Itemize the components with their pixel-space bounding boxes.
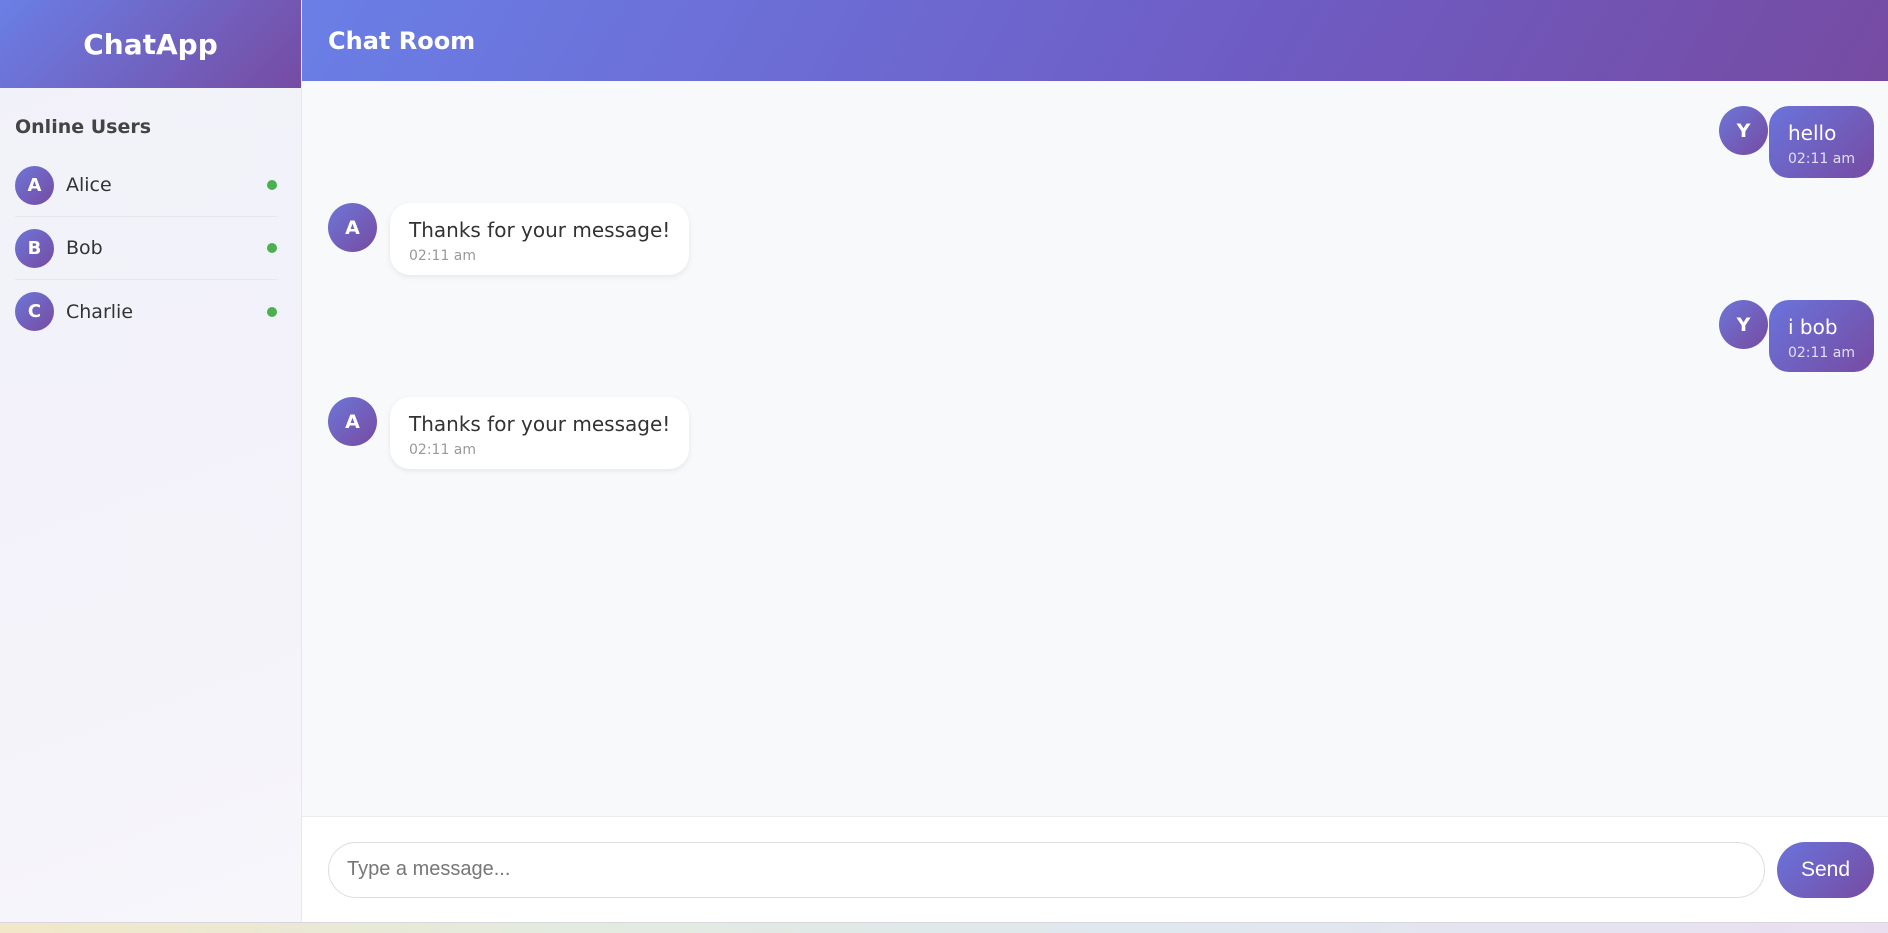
- message-time: 02:11 am: [1787, 345, 1855, 361]
- message-bubble: Thanks for your message! 02:11 am: [390, 203, 690, 275]
- user-item-charlie[interactable]: C Charlie: [15, 280, 277, 343]
- chat-main: Chat Room Y hello 02:11 am A Thanks for …: [302, 0, 1888, 922]
- taskbar-edge: [0, 922, 1888, 933]
- message-bubble: i bob 02:11 am: [1768, 300, 1874, 372]
- message-time: 02:11 am: [409, 442, 477, 458]
- message-time: 02:11 am: [409, 248, 477, 264]
- avatar: B: [15, 228, 54, 268]
- message-bubble: hello 02:11 am: [1768, 106, 1874, 178]
- user-name: Charlie: [66, 300, 134, 323]
- message-input[interactable]: [328, 841, 1765, 898]
- avatar: A: [15, 165, 54, 205]
- online-status-dot: [267, 180, 277, 190]
- chat-app: ChatApp Online Users A Alice B Bob C Cha…: [0, 0, 1888, 922]
- message-text: Thanks for your message!: [409, 218, 671, 242]
- message-text: hello: [1787, 121, 1837, 145]
- online-status-dot: [267, 243, 277, 253]
- avatar: C: [15, 292, 54, 331]
- user-item-alice[interactable]: A Alice: [15, 154, 277, 217]
- chat-room-title: Chat Room: [328, 26, 476, 55]
- message-incoming: A Thanks for your message! 02:11 am: [328, 203, 690, 275]
- user-item-bob[interactable]: B Bob: [15, 217, 277, 280]
- online-users-title: Online Users: [15, 116, 152, 138]
- message-incoming: A Thanks for your message! 02:11 am: [328, 397, 690, 469]
- message-outgoing: Y hello 02:11 am: [1718, 106, 1874, 178]
- send-button[interactable]: Send: [1777, 841, 1874, 898]
- message-list[interactable]: Y hello 02:11 am A Thanks for your messa…: [302, 81, 1888, 816]
- app-title: ChatApp: [0, 0, 301, 88]
- message-text: i bob: [1787, 315, 1838, 339]
- message-outgoing: Y i bob 02:11 am: [1718, 300, 1874, 372]
- online-users-list: A Alice B Bob C Charlie: [0, 154, 301, 343]
- online-status-dot: [267, 306, 277, 317]
- avatar: Y: [1718, 300, 1768, 349]
- avatar: A: [328, 397, 377, 446]
- message-time: 02:11 am: [1787, 151, 1855, 167]
- user-name: Bob: [66, 237, 103, 259]
- chat-header: Chat Room: [302, 0, 1888, 81]
- user-name: Alice: [66, 174, 112, 196]
- message-composer: Send: [302, 816, 1888, 922]
- avatar: Y: [1718, 106, 1768, 155]
- sidebar: ChatApp Online Users A Alice B Bob C Cha…: [0, 0, 302, 922]
- avatar: A: [328, 203, 377, 252]
- message-bubble: Thanks for your message! 02:11 am: [390, 397, 690, 469]
- message-text: Thanks for your message!: [409, 412, 671, 436]
